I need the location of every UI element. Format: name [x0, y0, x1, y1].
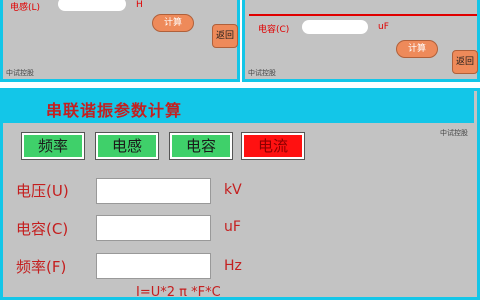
tab-current[interactable]: 电流: [241, 132, 305, 160]
capacitance-unit: uF: [224, 219, 241, 235]
page-title: 串联谐振参数计算: [46, 101, 183, 120]
divider-line: [249, 14, 477, 16]
frequency-unit: Hz: [224, 258, 242, 274]
footer-text: 中试控股: [6, 69, 34, 77]
calculate-button[interactable]: 计算: [396, 40, 438, 58]
capacitance-unit: uF: [378, 22, 389, 32]
inductance-unit: H: [136, 0, 143, 10]
voltage-label: 电压(U): [16, 182, 69, 200]
back-button[interactable]: 返回: [452, 50, 478, 74]
calculate-button[interactable]: 计算: [152, 14, 194, 32]
frequency-label: 频率(F): [16, 258, 67, 276]
capacitance-panel: [242, 0, 480, 82]
footer-text: 中试控股: [248, 69, 276, 77]
voltage-input[interactable]: [96, 178, 211, 204]
capacitance-label: 电容(C): [16, 220, 69, 238]
back-button[interactable]: 返回: [212, 24, 238, 48]
capacitance-input[interactable]: [302, 20, 368, 34]
capacitance-label: 电容(C): [258, 25, 290, 35]
tab-inductance[interactable]: 电感: [95, 132, 159, 160]
tab-frequency[interactable]: 频率: [21, 132, 85, 160]
frequency-input[interactable]: [96, 253, 211, 279]
watermark-text: 中试控股: [440, 129, 468, 137]
tab-capacitance[interactable]: 电容: [169, 132, 233, 160]
formula-text: I=U*2 π *F*C: [136, 285, 221, 300]
capacitance-input[interactable]: [96, 215, 211, 241]
inductance-label: 电感(L): [10, 3, 41, 13]
voltage-unit: kV: [224, 182, 242, 198]
inductance-input[interactable]: [58, 0, 126, 11]
